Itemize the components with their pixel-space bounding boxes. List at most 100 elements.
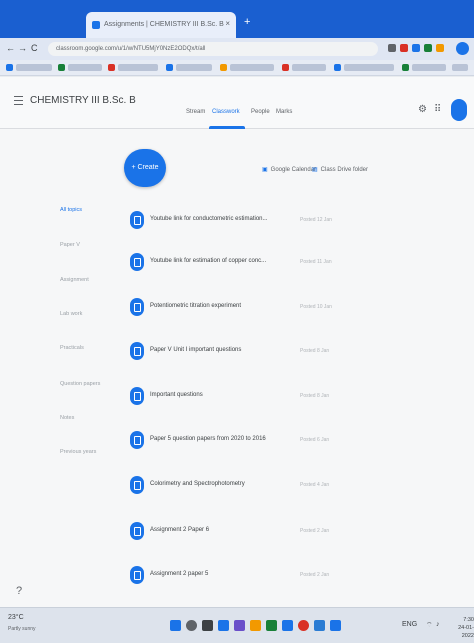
assignment-row[interactable]: Important questions Posted 8 Jan bbox=[130, 387, 450, 411]
calendar-icon: ▣ bbox=[262, 167, 268, 173]
bookmark-icon[interactable] bbox=[108, 64, 115, 71]
assignment-row[interactable]: Assignment 2 paper 5 Posted 2 Jan bbox=[130, 566, 450, 590]
assignment-icon bbox=[130, 211, 144, 229]
assignment-row[interactable]: Assignment 2 Paper 6 Posted 2 Jan bbox=[130, 522, 450, 546]
topic-item[interactable]: Assignment bbox=[60, 277, 89, 283]
url-input[interactable]: classroom.google.com/u/1/w/NTU5MjY0NzE2O… bbox=[48, 42, 378, 56]
bookmark-item[interactable] bbox=[176, 64, 212, 71]
assignment-date: Posted 2 Jan bbox=[300, 528, 330, 534]
bookmark-icon[interactable] bbox=[334, 64, 341, 71]
word-icon[interactable] bbox=[314, 620, 325, 631]
bookmark-item[interactable] bbox=[68, 64, 102, 71]
classroom-favicon-icon bbox=[92, 21, 100, 29]
bookmark-icon[interactable] bbox=[402, 64, 409, 71]
class-title[interactable]: CHEMISTRY III B.Sc. B bbox=[30, 95, 136, 106]
class-drive-link[interactable]: ▤ Class Drive folder bbox=[312, 166, 368, 173]
tab-close-icon[interactable]: × bbox=[225, 19, 230, 28]
reload-button[interactable]: C bbox=[31, 43, 38, 53]
tab-stream[interactable]: Stream bbox=[186, 109, 205, 115]
assignment-row[interactable]: Colorimetry and Spectrophotometry Posted… bbox=[130, 476, 450, 500]
google-calendar-label: Google Calendar bbox=[270, 167, 317, 173]
apps-grid-icon[interactable]: ⠿ bbox=[434, 104, 441, 115]
assignment-date: Posted 10 Jan bbox=[300, 304, 332, 310]
system-clock[interactable]: 7:30 24-01-2022 bbox=[448, 616, 474, 640]
assignment-date: Posted 8 Jan bbox=[300, 393, 330, 399]
assignment-row[interactable]: Potentiometric titration experiment Post… bbox=[130, 298, 450, 322]
topic-item[interactable]: Notes bbox=[60, 415, 74, 421]
bookmarks-bar bbox=[0, 60, 474, 76]
assignment-date: Posted 8 Jan bbox=[300, 348, 330, 354]
extension-icon[interactable] bbox=[424, 44, 432, 52]
app-icon[interactable] bbox=[218, 620, 229, 631]
assignment-title: Important questions bbox=[150, 392, 203, 398]
bookmark-item[interactable] bbox=[344, 64, 394, 71]
bookmark-icon[interactable] bbox=[220, 64, 227, 71]
assignment-icon bbox=[130, 253, 144, 271]
task-view-icon[interactable] bbox=[202, 620, 213, 631]
app-icon[interactable] bbox=[234, 620, 245, 631]
wifi-icon[interactable]: ⌔ bbox=[426, 621, 433, 630]
bookmark-icon[interactable] bbox=[282, 64, 289, 71]
create-button[interactable]: + Create bbox=[124, 149, 166, 187]
classroom-page: CHEMISTRY III B.Sc. B Stream Classwork P… bbox=[0, 77, 474, 607]
bookmark-item[interactable] bbox=[16, 64, 52, 71]
clock-date: 24-01-2022 bbox=[458, 625, 474, 639]
help-icon[interactable]: ? bbox=[16, 585, 22, 597]
search-icon[interactable] bbox=[186, 620, 197, 631]
tab-marks[interactable]: Marks bbox=[276, 109, 292, 115]
bookmark-item[interactable] bbox=[452, 64, 468, 71]
bookmark-icon[interactable] bbox=[58, 64, 65, 71]
assignment-icon bbox=[130, 476, 144, 494]
topic-item[interactable]: Lab work bbox=[60, 311, 82, 317]
volume-icon[interactable]: ♪ bbox=[436, 621, 440, 628]
tray-language[interactable]: ENG bbox=[402, 621, 417, 628]
google-calendar-link[interactable]: ▣ Google Calendar bbox=[262, 166, 316, 173]
hamburger-menu-icon[interactable] bbox=[14, 96, 23, 105]
assignment-title: Youtube link for conductometric estimati… bbox=[150, 216, 268, 222]
topic-item[interactable]: Paper V bbox=[60, 242, 80, 248]
topic-all[interactable]: All topics bbox=[60, 207, 82, 213]
assignment-title: Potentiometric titration experiment bbox=[150, 303, 242, 309]
browser-tab[interactable]: Assignments | CHEMISTRY III B.Sc. B × bbox=[86, 12, 236, 38]
tab-classwork[interactable]: Classwork bbox=[212, 109, 240, 115]
clock-time: 7:30 bbox=[463, 617, 474, 623]
browser-profile-avatar[interactable] bbox=[456, 42, 469, 55]
assignment-title: Paper V Unit I important questions bbox=[150, 347, 242, 353]
topic-item[interactable]: Practicals bbox=[60, 345, 84, 351]
extension-icon[interactable] bbox=[436, 44, 444, 52]
taskbar: 23°C Partly sunny ENG ⌔ ♪ 7:30 24-01-202… bbox=[0, 607, 474, 643]
extension-icon[interactable] bbox=[412, 44, 420, 52]
assignment-date: Posted 4 Jan bbox=[300, 482, 330, 488]
bookmark-item[interactable] bbox=[292, 64, 326, 71]
edge-icon[interactable] bbox=[282, 620, 293, 631]
bookmark-item[interactable] bbox=[412, 64, 446, 71]
assignment-title: Assignment 2 Paper 6 bbox=[150, 527, 210, 533]
bookmark-icon[interactable] bbox=[166, 64, 173, 71]
extension-icon[interactable] bbox=[388, 44, 396, 52]
bookmark-item[interactable] bbox=[118, 64, 158, 71]
back-button[interactable]: ← bbox=[6, 43, 15, 53]
assignment-row[interactable]: Paper 5 question papers from 2020 to 201… bbox=[130, 431, 450, 455]
assignment-row[interactable]: Youtube link for estimation of copper co… bbox=[130, 253, 450, 277]
start-icon[interactable] bbox=[170, 620, 181, 631]
user-avatar[interactable] bbox=[451, 99, 467, 121]
chrome-icon[interactable] bbox=[298, 620, 309, 631]
class-drive-label: Class Drive folder bbox=[320, 167, 369, 173]
extension-icon[interactable] bbox=[400, 44, 408, 52]
active-tab-indicator bbox=[209, 126, 245, 129]
file-explorer-icon[interactable] bbox=[250, 620, 261, 631]
weather-temp[interactable]: 23°C bbox=[8, 614, 24, 621]
topic-item[interactable]: Question papers bbox=[60, 381, 100, 387]
app-icon[interactable] bbox=[330, 620, 341, 631]
new-tab-button[interactable]: + bbox=[244, 16, 250, 28]
topic-item[interactable]: Previous years bbox=[60, 449, 96, 455]
bookmark-icon[interactable] bbox=[6, 64, 13, 71]
settings-icon[interactable]: ⚙ bbox=[418, 104, 427, 115]
tab-people[interactable]: People bbox=[251, 109, 270, 115]
assignment-row[interactable]: Paper V Unit I important questions Poste… bbox=[130, 342, 450, 366]
bookmark-item[interactable] bbox=[230, 64, 274, 71]
forward-button[interactable]: → bbox=[18, 43, 27, 53]
assignment-row[interactable]: Youtube link for conductometric estimati… bbox=[130, 211, 450, 235]
app-icon[interactable] bbox=[266, 620, 277, 631]
assignment-icon bbox=[130, 342, 144, 360]
